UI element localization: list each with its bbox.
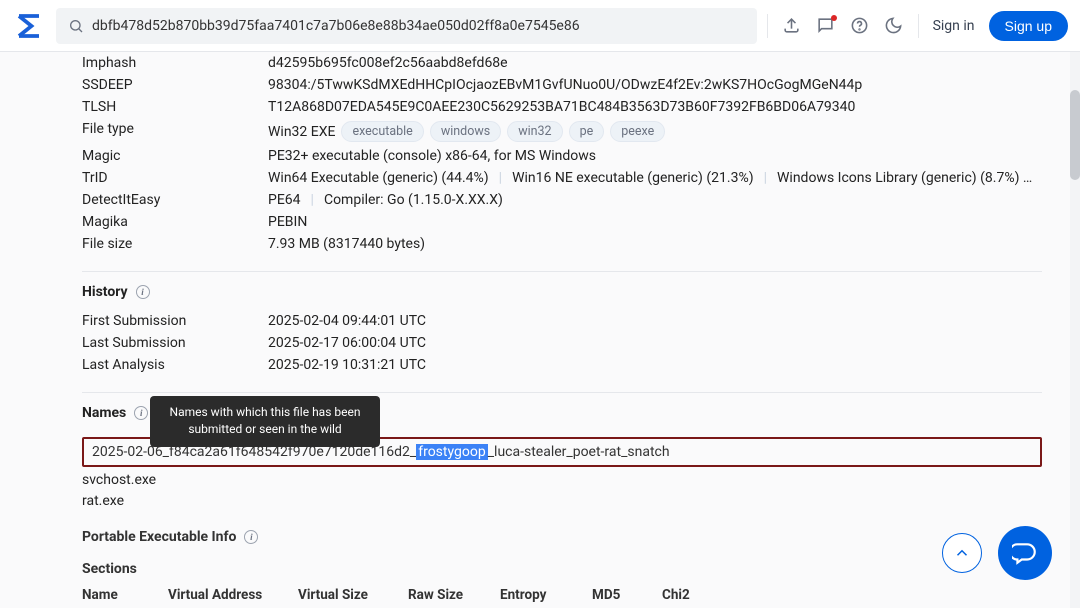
upload-icon[interactable] — [782, 16, 802, 36]
theme-toggle-icon[interactable] — [884, 16, 904, 36]
tag-pe[interactable]: pe — [569, 121, 605, 142]
separator: | — [760, 170, 771, 186]
name-selected-text: frostygoop — [416, 444, 488, 460]
row-trid: TrID Win64 Executable (generic) (44.4%) … — [82, 167, 1042, 189]
label-tlsh: TLSH — [82, 99, 268, 115]
divider — [82, 271, 1042, 272]
tag-win32[interactable]: win32 — [507, 121, 562, 142]
topbar-right: Sign in Sign up — [767, 11, 1068, 41]
col-md5: MD5 — [592, 587, 632, 603]
value-die: PE64 | Compiler: Go (1.15.0-X.XX.X) — [268, 192, 503, 208]
pe-sections-title: Sections — [82, 561, 1042, 577]
names-header: Names i Names with which this file has b… — [82, 405, 1042, 421]
name-item: svchost.exe — [82, 472, 1042, 488]
pe-info-title: Portable Executable Info — [82, 529, 236, 545]
value-trid: Win64 Executable (generic) (44.4%) | Win… — [268, 170, 1032, 186]
row-magic: Magic PE32+ executable (console) x86-64,… — [82, 145, 1042, 167]
label-last-submission: Last Submission — [82, 335, 268, 351]
label-filetype: File type — [82, 121, 268, 142]
row-filetype: File type Win32 EXE executable windows w… — [82, 118, 1042, 145]
fab-container — [942, 526, 1052, 580]
name-item: rat.exe — [82, 493, 1042, 509]
value-last-submission: 2025-02-17 06:00:04 UTC — [268, 335, 426, 351]
trid-part-2: Windows Icons Library (generic) (8.7%) … — [777, 170, 1032, 186]
search-input[interactable] — [92, 18, 745, 34]
col-virtual-size: Virtual Size — [298, 587, 378, 603]
separator: | — [495, 170, 506, 186]
history-header: History i — [82, 284, 1042, 300]
separator — [918, 14, 919, 38]
die-part-0: PE64 — [268, 192, 301, 208]
col-name: Name — [82, 587, 138, 603]
row-last-submission: Last Submission 2025-02-17 06:00:04 UTC — [82, 332, 1042, 354]
value-filesize: 7.93 MB (8317440 bytes) — [268, 236, 425, 252]
history-title: History — [82, 284, 128, 300]
names-list: 2025-02-06_f84ca2a61f648542f970e7120de11… — [82, 437, 1042, 509]
scroll-top-button[interactable] — [942, 533, 982, 573]
topbar: Sign in Sign up — [0, 0, 1080, 52]
tag-peexe[interactable]: peexe — [610, 121, 665, 142]
row-last-analysis: Last Analysis 2025-02-19 10:31:21 UTC — [82, 354, 1042, 376]
names-tooltip: Names with which this file has been subm… — [150, 396, 380, 447]
row-first-submission: First Submission 2025-02-04 09:44:01 UTC — [82, 310, 1042, 332]
label-ssdeep: SSDEEP — [82, 77, 268, 93]
value-magika: PEBIN — [268, 214, 307, 230]
label-filesize: File size — [82, 236, 268, 252]
divider — [82, 392, 1042, 393]
sign-up-button[interactable]: Sign up — [989, 11, 1068, 41]
row-ssdeep: SSDEEP 98304:/5TwwKSdMXEdHHCpIOcjaozEBvM… — [82, 74, 1042, 96]
label-first-submission: First Submission — [82, 313, 268, 329]
tag-windows[interactable]: windows — [430, 121, 501, 142]
scrollbar-thumb[interactable] — [1070, 90, 1080, 180]
label-trid: TrID — [82, 170, 268, 186]
main-content: Imphash d42595b695fc008ef2c56aabd8efd68e… — [0, 52, 1080, 608]
scrollbar-track[interactable] — [1070, 0, 1080, 608]
row-filesize: File size 7.93 MB (8317440 bytes) — [82, 233, 1042, 255]
pe-info-header: Portable Executable Info i — [82, 529, 1042, 545]
tag-executable[interactable]: executable — [341, 121, 423, 142]
row-die: DetectItEasy PE64 | Compiler: Go (1.15.0… — [82, 189, 1042, 211]
value-imphash: d42595b695fc008ef2c56aabd8efd68e — [268, 55, 508, 71]
col-entropy: Entropy — [500, 587, 562, 603]
notification-dot — [831, 15, 837, 21]
filetype-text: Win32 EXE — [268, 124, 335, 140]
info-icon[interactable]: i — [134, 406, 148, 420]
search-icon — [68, 18, 84, 34]
label-last-analysis: Last Analysis — [82, 357, 268, 373]
die-part-1: Compiler: Go (1.15.0-X.XX.X) — [324, 192, 503, 208]
value-tlsh: T12A868D07EDA545E9C0AEE230C5629253BA71BC… — [268, 99, 855, 115]
label-imphash: Imphash — [82, 55, 268, 71]
info-icon[interactable]: i — [136, 285, 150, 299]
sign-in-link[interactable]: Sign in — [933, 18, 975, 34]
trid-part-1: Win16 NE executable (generic) (21.3%) — [512, 170, 754, 186]
row-magika: Magika PEBIN — [82, 211, 1042, 233]
help-icon[interactable] — [850, 16, 870, 36]
search-container — [56, 8, 757, 44]
separator: | — [307, 192, 318, 208]
value-magic: PE32+ executable (console) x86-64, for M… — [268, 148, 596, 164]
row-imphash: Imphash d42595b695fc008ef2c56aabd8efd68e — [82, 52, 1042, 74]
name-suffix: _luca-stealer_poet-rat_snatch — [488, 444, 670, 460]
notifications-icon[interactable] — [816, 16, 836, 36]
chat-button[interactable] — [998, 526, 1052, 580]
trid-part-0: Win64 Executable (generic) (44.4%) — [268, 170, 489, 186]
row-tlsh: TLSH T12A868D07EDA545E9C0AEE230C5629253B… — [82, 96, 1042, 118]
brand-logo[interactable] — [12, 9, 46, 43]
label-magika: Magika — [82, 214, 268, 230]
col-chi2: Chi2 — [662, 587, 702, 603]
sections-table-header: Name Virtual Address Virtual Size Raw Si… — [82, 587, 1042, 603]
col-raw-size: Raw Size — [408, 587, 470, 603]
value-filetype: Win32 EXE executable windows win32 pe pe… — [268, 121, 665, 142]
label-die: DetectItEasy — [82, 192, 268, 208]
col-virtual-address: Virtual Address — [168, 587, 268, 603]
info-icon[interactable]: i — [244, 530, 258, 544]
value-ssdeep: 98304:/5TwwKSdMXEdHHCpIOcjaozEBvM1GvfUNu… — [268, 77, 862, 93]
separator — [767, 14, 768, 38]
value-first-submission: 2025-02-04 09:44:01 UTC — [268, 313, 426, 329]
value-last-analysis: 2025-02-19 10:31:21 UTC — [268, 357, 426, 373]
names-title: Names — [82, 405, 126, 421]
label-magic: Magic — [82, 148, 268, 164]
